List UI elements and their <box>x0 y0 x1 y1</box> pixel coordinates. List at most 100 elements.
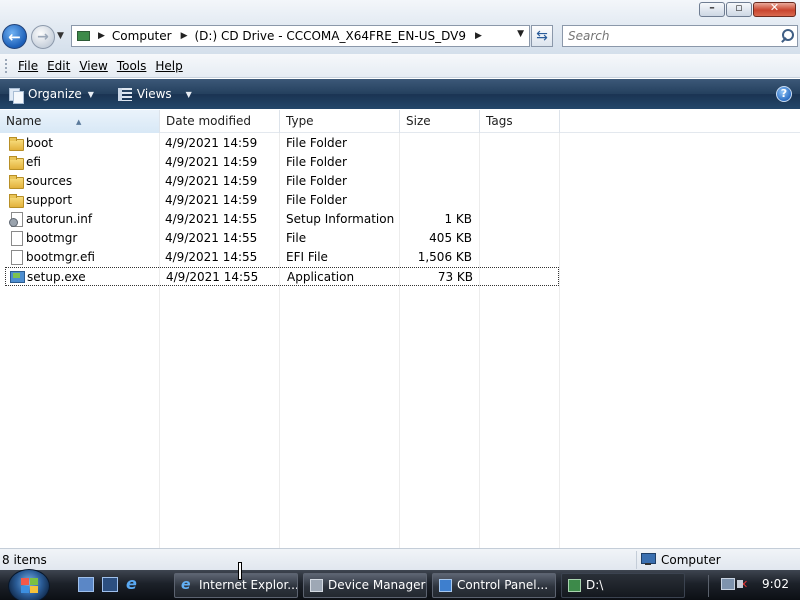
column-header-tags-label: Tags <box>486 114 513 128</box>
tray-divider <box>708 575 709 597</box>
column-header-name[interactable]: Name ▲ <box>0 110 160 133</box>
cd-drive-icon <box>76 30 90 42</box>
clock[interactable]: 9:02 <box>762 577 789 591</box>
text-cursor-icon <box>233 562 245 580</box>
address-dropdown-icon[interactable]: ▼ <box>517 29 524 39</box>
organize-button[interactable]: Organize ▼ <box>8 80 94 108</box>
search-input[interactable] <box>568 26 768 46</box>
file-size <box>405 153 472 172</box>
network-icon[interactable] <box>721 578 735 590</box>
status-location: Computer <box>661 553 721 567</box>
views-dropdown-icon: ▼ <box>185 89 192 99</box>
file-type: File Folder <box>286 136 347 150</box>
task-label: D:\ <box>586 578 604 592</box>
file-size: 405 KB <box>429 231 472 245</box>
column-headers: Name ▲ Date modified Type Size Tags <box>0 110 800 133</box>
menu-file[interactable]: File <box>18 59 38 73</box>
views-label: Views <box>136 87 172 101</box>
minimize-button[interactable]: – <box>699 1 725 17</box>
menu-tools-label: Tools <box>116 58 147 73</box>
file-row-autorun-inf[interactable]: autorun.inf 4/9/2021 14:55 Setup Informa… <box>5 210 559 229</box>
file-type: File Folder <box>286 174 347 188</box>
breadcrumb-computer[interactable]: Computer <box>112 29 172 43</box>
menu-file-label: File <box>18 58 39 73</box>
close-icon: ✕ <box>769 1 780 14</box>
command-bar: Organize ▼ Views ▼ ? <box>0 79 800 109</box>
show-desktop-icon[interactable] <box>78 577 94 592</box>
file-row-support[interactable]: support 4/9/2021 14:59 File Folder <box>5 191 559 210</box>
column-header-type[interactable]: Type <box>280 110 400 133</box>
breadcrumb-chevron-icon[interactable]: ▶ <box>98 31 105 41</box>
file-row-efi[interactable]: efi 4/9/2021 14:59 File Folder <box>5 153 559 172</box>
task-label: Control Panel... <box>457 578 549 592</box>
folder-icon <box>9 136 24 151</box>
switch-windows-icon[interactable] <box>102 577 118 592</box>
file-date: 4/9/2021 14:59 <box>165 193 258 207</box>
refresh-icon: ⇆ <box>536 28 548 44</box>
folder-icon <box>9 174 24 189</box>
file-name: support <box>26 193 73 207</box>
control-panel-icon <box>439 579 452 592</box>
start-button[interactable] <box>8 569 50 600</box>
file-row-sources[interactable]: sources 4/9/2021 14:59 File Folder <box>5 172 559 191</box>
close-button[interactable]: ✕ <box>753 1 796 17</box>
file-row-boot[interactable]: boot 4/9/2021 14:59 File Folder <box>5 134 559 153</box>
file-row-bootmgr[interactable]: bootmgr 4/9/2021 14:55 File 405 KB <box>5 229 559 248</box>
column-header-size[interactable]: Size <box>400 110 480 133</box>
search-box[interactable] <box>562 25 798 47</box>
breadcrumb-chevron-icon[interactable]: ▶ <box>181 31 188 41</box>
column-header-name-label: Name <box>6 114 42 128</box>
column-header-tags[interactable]: Tags <box>480 110 560 133</box>
menu-bar: File Edit View Tools Help <box>0 54 800 78</box>
address-bar[interactable]: ▶ Computer ▶ (D:) CD Drive - CCCOMA_X64F… <box>71 25 530 47</box>
folder-icon <box>9 193 24 208</box>
menu-edit-label: Edit <box>47 58 71 73</box>
file-date: 4/9/2021 14:59 <box>165 136 258 150</box>
menu-help[interactable]: Help <box>155 59 182 73</box>
column-header-date[interactable]: Date modified <box>160 110 280 133</box>
internet-explorer-icon: e <box>181 577 191 593</box>
breadcrumb-cd-drive[interactable]: (D:) CD Drive - CCCOMA_X64FRE_EN-US_DV9 <box>195 29 466 43</box>
file-name: bootmgr.efi <box>26 250 95 264</box>
file-date: 4/9/2021 14:55 <box>166 270 259 284</box>
cd-drive-icon <box>568 579 581 592</box>
task-control-panel[interactable]: Control Panel... <box>432 573 556 598</box>
recent-pages-dropdown-icon[interactable]: ▼ <box>57 31 64 41</box>
help-icon[interactable]: ? <box>776 86 792 102</box>
task-d-drive[interactable]: D:\ <box>561 573 685 598</box>
task-label: Device Manager <box>328 578 426 592</box>
menu-view[interactable]: View <box>79 59 107 73</box>
file-size: 1 KB <box>444 212 472 226</box>
file-name: efi <box>26 155 41 169</box>
file-type: Setup Information <box>286 212 395 226</box>
file-date: 4/9/2021 14:55 <box>165 231 258 245</box>
file-size: 73 KB <box>437 270 473 284</box>
task-device-manager[interactable]: Device Manager <box>303 573 427 598</box>
menu-tools[interactable]: Tools <box>117 59 147 73</box>
refresh-button[interactable]: ⇆ <box>531 25 553 47</box>
setup-info-icon <box>9 212 23 227</box>
search-icon[interactable] <box>779 28 794 43</box>
setup-exe-icon <box>10 270 25 284</box>
menu-grip <box>5 58 9 73</box>
window-controls: – ▫ ✕ <box>698 1 796 17</box>
file-type: File Folder <box>286 193 347 207</box>
file-name: bootmgr <box>26 231 78 245</box>
menu-edit[interactable]: Edit <box>47 59 70 73</box>
file-size <box>405 172 472 191</box>
file-row-setup-exe[interactable]: setup.exe 4/9/2021 14:55 Application 73 … <box>5 267 559 286</box>
internet-explorer-icon[interactable]: e <box>126 576 142 592</box>
maximize-button[interactable]: ▫ <box>726 1 752 17</box>
views-button[interactable]: Views ▼ <box>102 80 192 108</box>
file-row-bootmgr-efi[interactable]: bootmgr.efi 4/9/2021 14:55 EFI File 1,50… <box>5 248 559 267</box>
volume-muted-icon[interactable]: ✕ <box>736 578 748 591</box>
file-type: EFI File <box>286 250 328 264</box>
forward-button[interactable]: → <box>31 25 55 49</box>
file-size <box>405 134 472 153</box>
back-button[interactable]: ← <box>2 24 27 49</box>
file-date: 4/9/2021 14:59 <box>165 174 258 188</box>
breadcrumb-chevron-icon[interactable]: ▶ <box>475 31 482 41</box>
file-name: autorun.inf <box>26 212 93 226</box>
file-date: 4/9/2021 14:55 <box>165 212 258 226</box>
file-name: boot <box>26 136 54 150</box>
